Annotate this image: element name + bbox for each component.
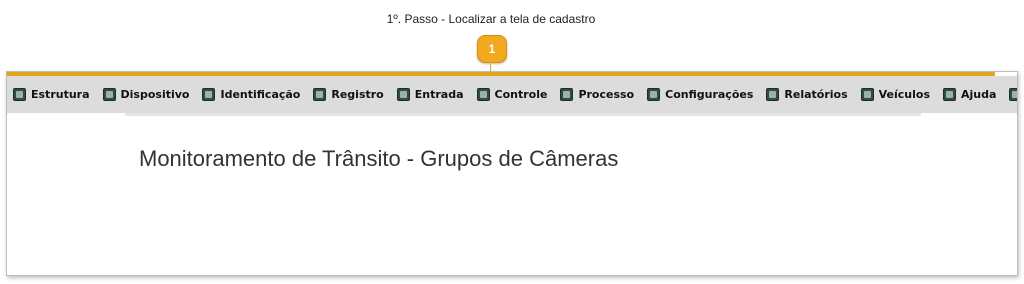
identification-icon	[202, 88, 216, 101]
device-icon	[102, 88, 116, 101]
vehicles-icon	[860, 88, 874, 101]
control-icon	[476, 88, 490, 101]
menu-item-label: Estrutura	[31, 88, 90, 101]
menu-item-label: Processo	[578, 88, 635, 101]
menu-item-ajuda[interactable]: Ajuda	[943, 88, 996, 101]
menu-item-label: Registro	[331, 88, 384, 101]
menu-item-processo[interactable]: Processo	[560, 88, 634, 101]
menu-item-label: Controle	[494, 88, 548, 101]
menu-item-label: Relatórios	[784, 88, 848, 101]
menu-item-label: Identificação	[220, 88, 301, 101]
menu-item-truncated[interactable]: S	[1009, 88, 1017, 101]
menu-item-configuracoes[interactable]: Configurações	[647, 88, 753, 101]
help-icon	[943, 88, 957, 101]
callout-badge: 1	[477, 35, 507, 63]
menu-item-identificacao[interactable]: Identificação	[202, 88, 300, 101]
entry-icon	[396, 88, 410, 101]
menu-item-entrada[interactable]: Entrada	[396, 88, 464, 101]
menu-item-controle[interactable]: Controle	[476, 88, 548, 101]
step-caption: 1º. Passo - Localizar a tela de cadastro	[386, 12, 596, 26]
page-title: Monitoramento de Trânsito - Grupos de Câ…	[139, 146, 619, 171]
main-menu-bar: Estrutura Dispositivo Identificação Regi…	[7, 76, 1017, 113]
structure-icon	[13, 88, 26, 101]
menu-item-label: Veículos	[878, 88, 931, 101]
menu-item-label: Dispositivo	[120, 88, 190, 101]
settings-icon	[647, 88, 661, 101]
menu-item-estrutura[interactable]: Estrutura	[13, 88, 90, 101]
menu-item-label: Configurações	[665, 88, 754, 101]
menu-item-dispositivo[interactable]: Dispositivo	[102, 88, 190, 101]
system-icon	[1009, 88, 1017, 101]
process-icon	[560, 88, 574, 101]
submenu-bar	[125, 113, 921, 116]
menu-item-registro[interactable]: Registro	[313, 88, 384, 101]
reports-icon	[766, 88, 780, 101]
register-icon	[313, 88, 327, 101]
screenshot-frame: Estrutura Dispositivo Identificação Regi…	[6, 71, 1018, 276]
menu-item-relatorios[interactable]: Relatórios	[766, 88, 848, 101]
menu-item-label: Ajuda	[961, 88, 997, 101]
menu-item-label: Entrada	[414, 88, 464, 101]
menu-item-veiculos[interactable]: Veículos	[860, 88, 931, 101]
